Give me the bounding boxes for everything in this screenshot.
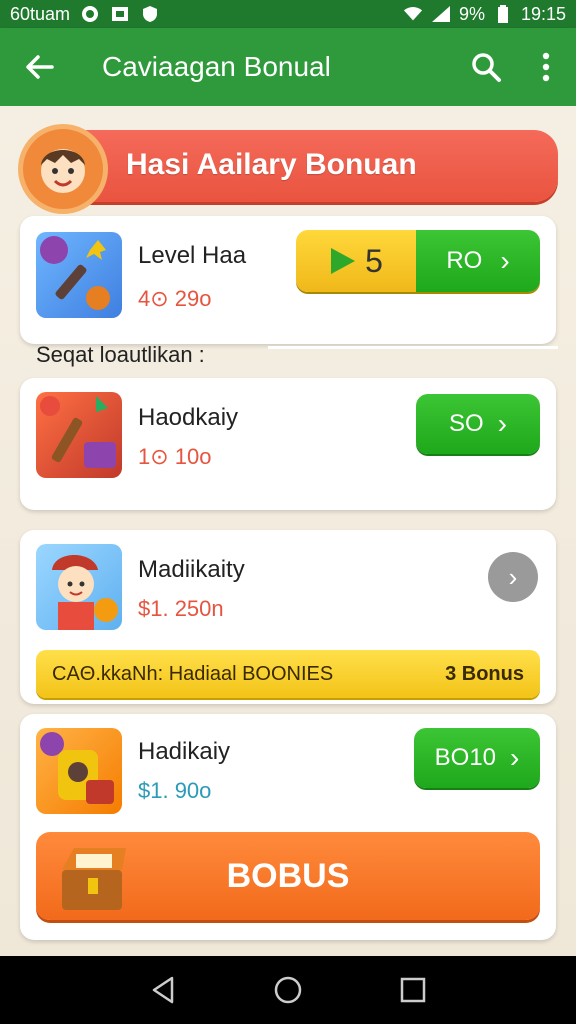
bonus-card-1[interactable]: Level Haa 4⊙ 29o 5 RO › <box>20 216 556 344</box>
more-options-button[interactable] <box>516 28 576 106</box>
bonus-big-button[interactable]: BOBUS <box>36 832 540 920</box>
clock: 19:15 <box>520 3 566 24</box>
card-1-value: 4⊙ 29o <box>138 286 212 311</box>
card-3-value: $1. 250n <box>138 596 224 621</box>
signal-icon <box>431 4 451 24</box>
level-badge: 5 <box>296 230 416 292</box>
character-avatar-icon <box>41 149 85 193</box>
card-4-value: $1. 90o <box>138 778 212 803</box>
search-icon <box>472 53 501 82</box>
instrument-icon <box>40 732 114 804</box>
bonus-info-strip[interactable]: CAΘ.kkaNh: Hadiaal BOONIES 3 Bonus <box>36 650 540 698</box>
card-3-thumbnail <box>36 544 122 630</box>
chevron-right-icon: › <box>497 408 507 439</box>
wifi-icon <box>403 4 423 24</box>
card-4-title: Hadikaiy <box>138 738 231 765</box>
card-1-claim-button[interactable]: 5 RO › <box>296 230 540 292</box>
card-2-title: Haodkaiy <box>138 404 239 431</box>
card-1-button-label: RO <box>446 247 483 274</box>
chevron-right-icon: › <box>500 245 510 276</box>
system-nav-bar <box>0 956 576 1024</box>
image-icon <box>110 4 130 24</box>
bonus-card-2[interactable]: Haodkaiy 1⊙ 10o SO › <box>20 378 556 510</box>
guitar-icon <box>40 236 110 310</box>
card-4-button-label: BO10 <box>434 744 497 771</box>
card-2-claim-button[interactable]: SO › <box>416 394 540 454</box>
chevron-right-icon: › <box>510 742 520 773</box>
square-recents-icon <box>401 977 426 1003</box>
back-arrow-icon <box>26 55 54 79</box>
banner-title: Hasi Aailary Bonuan <box>126 148 417 181</box>
bonus-card-4[interactable]: Hadikaiy $1. 90o BO10 › BOBUS <box>20 714 556 940</box>
strip-bonus-count: 3 Bonus <box>445 662 524 685</box>
back-button[interactable] <box>0 28 80 106</box>
card-1-title: Level Haa <box>138 242 247 269</box>
level-number: 5 <box>365 242 383 279</box>
big-button-label: BOBUS <box>226 856 350 895</box>
card-4-claim-button[interactable]: BO10 › <box>414 728 540 788</box>
status-left-text: 60tuam <box>10 3 71 24</box>
card-2-button-label: SO <box>448 410 484 437</box>
battery-icon <box>493 4 513 24</box>
search-button[interactable] <box>456 28 516 106</box>
section-divider <box>268 346 558 349</box>
card-1-thumbnail <box>36 232 122 318</box>
more-vert-icon <box>542 52 550 82</box>
battery-percent: 9% <box>458 3 485 24</box>
play-arrow-icon <box>331 248 356 274</box>
card-2-thumbnail <box>36 392 122 478</box>
circle-home-icon <box>274 976 302 1004</box>
treasure-chest-icon <box>62 848 126 910</box>
bonus-card-3[interactable]: Madiikaity $1. 250n › CAΘ.kkaNh: Hadiaal… <box>20 530 556 704</box>
chevron-right-icon: › <box>508 561 518 592</box>
page-title: Caviaagan Bonual <box>102 51 331 82</box>
avatar <box>18 124 108 214</box>
main-content: Hasi Aailary Bonuan Level Haa 4⊙ 29o 5 R… <box>0 106 576 956</box>
triangle-back-icon <box>152 976 173 1004</box>
app-bar: Caviaagan Bonual <box>0 28 576 106</box>
gift-guitar-icon <box>40 396 116 468</box>
card-4-thumbnail <box>36 728 122 814</box>
card-3-title: Madiikaity <box>138 556 245 583</box>
card-3-arrow-button[interactable]: › <box>488 552 538 602</box>
nav-recents-button[interactable] <box>393 970 433 1010</box>
section-label: Seqat loautlikan : <box>36 342 205 367</box>
strip-text: CAΘ.kkaNh: Hadiaal BOONIES <box>52 662 334 685</box>
nav-back-button[interactable] <box>143 970 183 1010</box>
nav-home-button[interactable] <box>268 970 308 1010</box>
boy-character-icon <box>52 555 118 630</box>
bonus-banner[interactable]: Hasi Aailary Bonuan <box>18 124 558 214</box>
notification-icon <box>80 4 100 24</box>
shield-icon <box>140 4 160 24</box>
status-bar: 60tuam 9% 19:15 <box>0 0 576 28</box>
card-2-value: 1⊙ 10o <box>138 444 212 469</box>
